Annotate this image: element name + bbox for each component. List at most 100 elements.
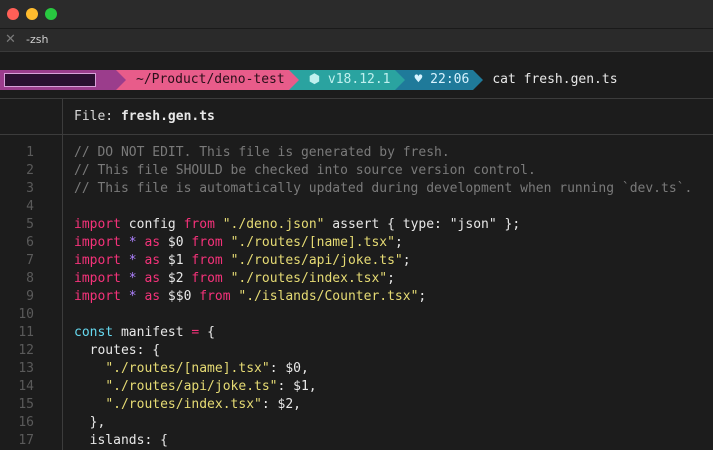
code-token: "./routes/index.tsx" — [230, 271, 388, 286]
line-number: 11 — [18, 325, 34, 340]
prompt-node-segment: ⬢ v18.12.1 — [288, 70, 405, 90]
tab-title[interactable]: -zsh — [26, 32, 48, 48]
code-token: * — [128, 271, 137, 286]
line-number: 3 — [26, 181, 34, 196]
code-token: import — [74, 253, 121, 268]
line-source: import * as $$0 from "./islands/Counter.… — [74, 288, 426, 306]
tab-bar: ✕ -zsh — [0, 28, 713, 52]
code-line: 17 islands: { — [0, 432, 713, 450]
line-source: import * as $0 from "./routes/[name].tsx… — [74, 234, 403, 252]
line-number: 7 — [26, 253, 34, 268]
code-token: from — [191, 253, 223, 268]
line-number: 10 — [18, 307, 34, 322]
close-tab-icon[interactable]: ✕ — [5, 31, 16, 49]
code-token: "./routes/[name].tsx" — [105, 361, 270, 376]
code-token: ; — [418, 289, 427, 304]
line-source: "./routes/index.tsx": $2, — [74, 396, 301, 414]
redacted-username — [4, 73, 96, 87]
line-source: import * as $2 from "./routes/index.tsx"… — [74, 270, 395, 288]
code-token: assert { type: — [324, 217, 450, 232]
code-token: "./deno.json" — [222, 217, 325, 232]
code-token: $$0 — [160, 289, 200, 304]
code-token: islands: { — [74, 433, 168, 448]
line-number: 17 — [18, 433, 34, 448]
header-bottom-rule — [0, 134, 713, 135]
code-line: 2 // This file SHOULD be checked into sou… — [0, 162, 713, 180]
line-number: 8 — [26, 271, 34, 286]
terminal-window: ✕ -zsh ~/Product/deno-test ⬢ v18.12.1 ♥ … — [0, 0, 713, 450]
code-token: // This file is automatically updated du… — [74, 181, 693, 196]
line-source: }, — [74, 414, 106, 432]
code-token: import — [74, 271, 121, 286]
code-token: ; — [387, 271, 395, 286]
code-line: 1 // DO NOT EDIT. This file is generated … — [0, 144, 713, 162]
code-line: 8 import * as $2 from "./routes/index.tsx… — [0, 270, 713, 288]
code-token: as — [144, 235, 161, 250]
code-token: as — [144, 271, 161, 286]
code-token: from — [199, 289, 231, 304]
code-token: from — [191, 271, 223, 286]
code-token: }; — [496, 217, 521, 232]
code-token: ; — [394, 235, 403, 250]
code-token: : $0, — [269, 361, 309, 376]
line-source: // This file is automatically updated du… — [74, 180, 692, 198]
code-token: $2 — [160, 271, 192, 286]
line-source: // DO NOT EDIT. This file is generated b… — [74, 144, 450, 162]
code-line: 14 "./routes/api/joke.ts": $1, — [0, 378, 713, 396]
minimize-window-button[interactable] — [26, 8, 38, 20]
line-source: "./routes/api/joke.ts": $1, — [74, 378, 316, 396]
code-line: 4 — [0, 198, 713, 216]
code-token: ; — [402, 253, 411, 268]
line-number: 13 — [18, 361, 34, 376]
code-line: 9 import * as $$0 from "./islands/Counter… — [0, 288, 713, 306]
prompt-path-segment: ~/Product/deno-test — [116, 70, 299, 90]
line-source: const manifest = { — [74, 324, 215, 342]
code-token: "./routes/api/joke.ts" — [230, 253, 403, 268]
line-number: 16 — [18, 415, 34, 430]
code-token: }, — [74, 415, 106, 430]
code-token: * — [128, 289, 137, 304]
code-token: { — [199, 325, 215, 340]
code-token: "./routes/api/joke.ts" — [105, 379, 278, 394]
line-number: 4 — [26, 199, 34, 214]
code-line: 13 "./routes/[name].tsx": $0, — [0, 360, 713, 378]
line-number: 5 — [26, 217, 34, 232]
line-source: routes: { — [74, 342, 160, 360]
code-token: import — [74, 235, 121, 250]
code-line: 6 import * as $0 from "./routes/[name].ts… — [0, 234, 713, 252]
code-line: 11 const manifest = { — [0, 324, 713, 342]
file-header-filename: fresh.gen.ts — [120, 109, 215, 124]
code-token: import — [74, 217, 121, 232]
code-token: // DO NOT EDIT. This file is generated b… — [74, 145, 450, 160]
code-token: "./routes/[name].tsx" — [230, 235, 395, 250]
shell-prompt: ~/Product/deno-test ⬢ v18.12.1 ♥ 22:06 c… — [0, 70, 618, 90]
code-view: 1 // DO NOT EDIT. This file is generated … — [0, 144, 713, 450]
zoom-window-button[interactable] — [45, 8, 57, 20]
code-token: routes: { — [74, 343, 161, 358]
code-token: "./islands/Counter.tsx" — [238, 289, 419, 304]
code-token: $0 — [160, 235, 192, 250]
header-gutter-divider — [62, 98, 63, 135]
line-number: 12 — [18, 343, 34, 358]
code-token: const — [74, 325, 114, 340]
line-number: 1 — [26, 145, 34, 160]
code-line: 3 // This file is automatically updated d… — [0, 180, 713, 198]
line-number: 9 — [26, 289, 34, 304]
file-header: File: fresh.gen.ts — [74, 108, 215, 126]
title-bar — [0, 0, 713, 28]
prompt-user-segment — [0, 70, 126, 90]
prompt-path: ~/Product/deno-test — [136, 72, 285, 87]
code-line: 10 — [0, 306, 713, 324]
line-source: import config from "./deno.json" assert … — [74, 216, 520, 234]
prompt-time-segment: ♥ 22:06 — [394, 70, 484, 90]
code-token: from — [191, 235, 223, 250]
close-window-button[interactable] — [7, 8, 19, 20]
file-header-label: File: — [74, 109, 121, 124]
prompt-time: ♥ 22:06 — [414, 72, 470, 87]
